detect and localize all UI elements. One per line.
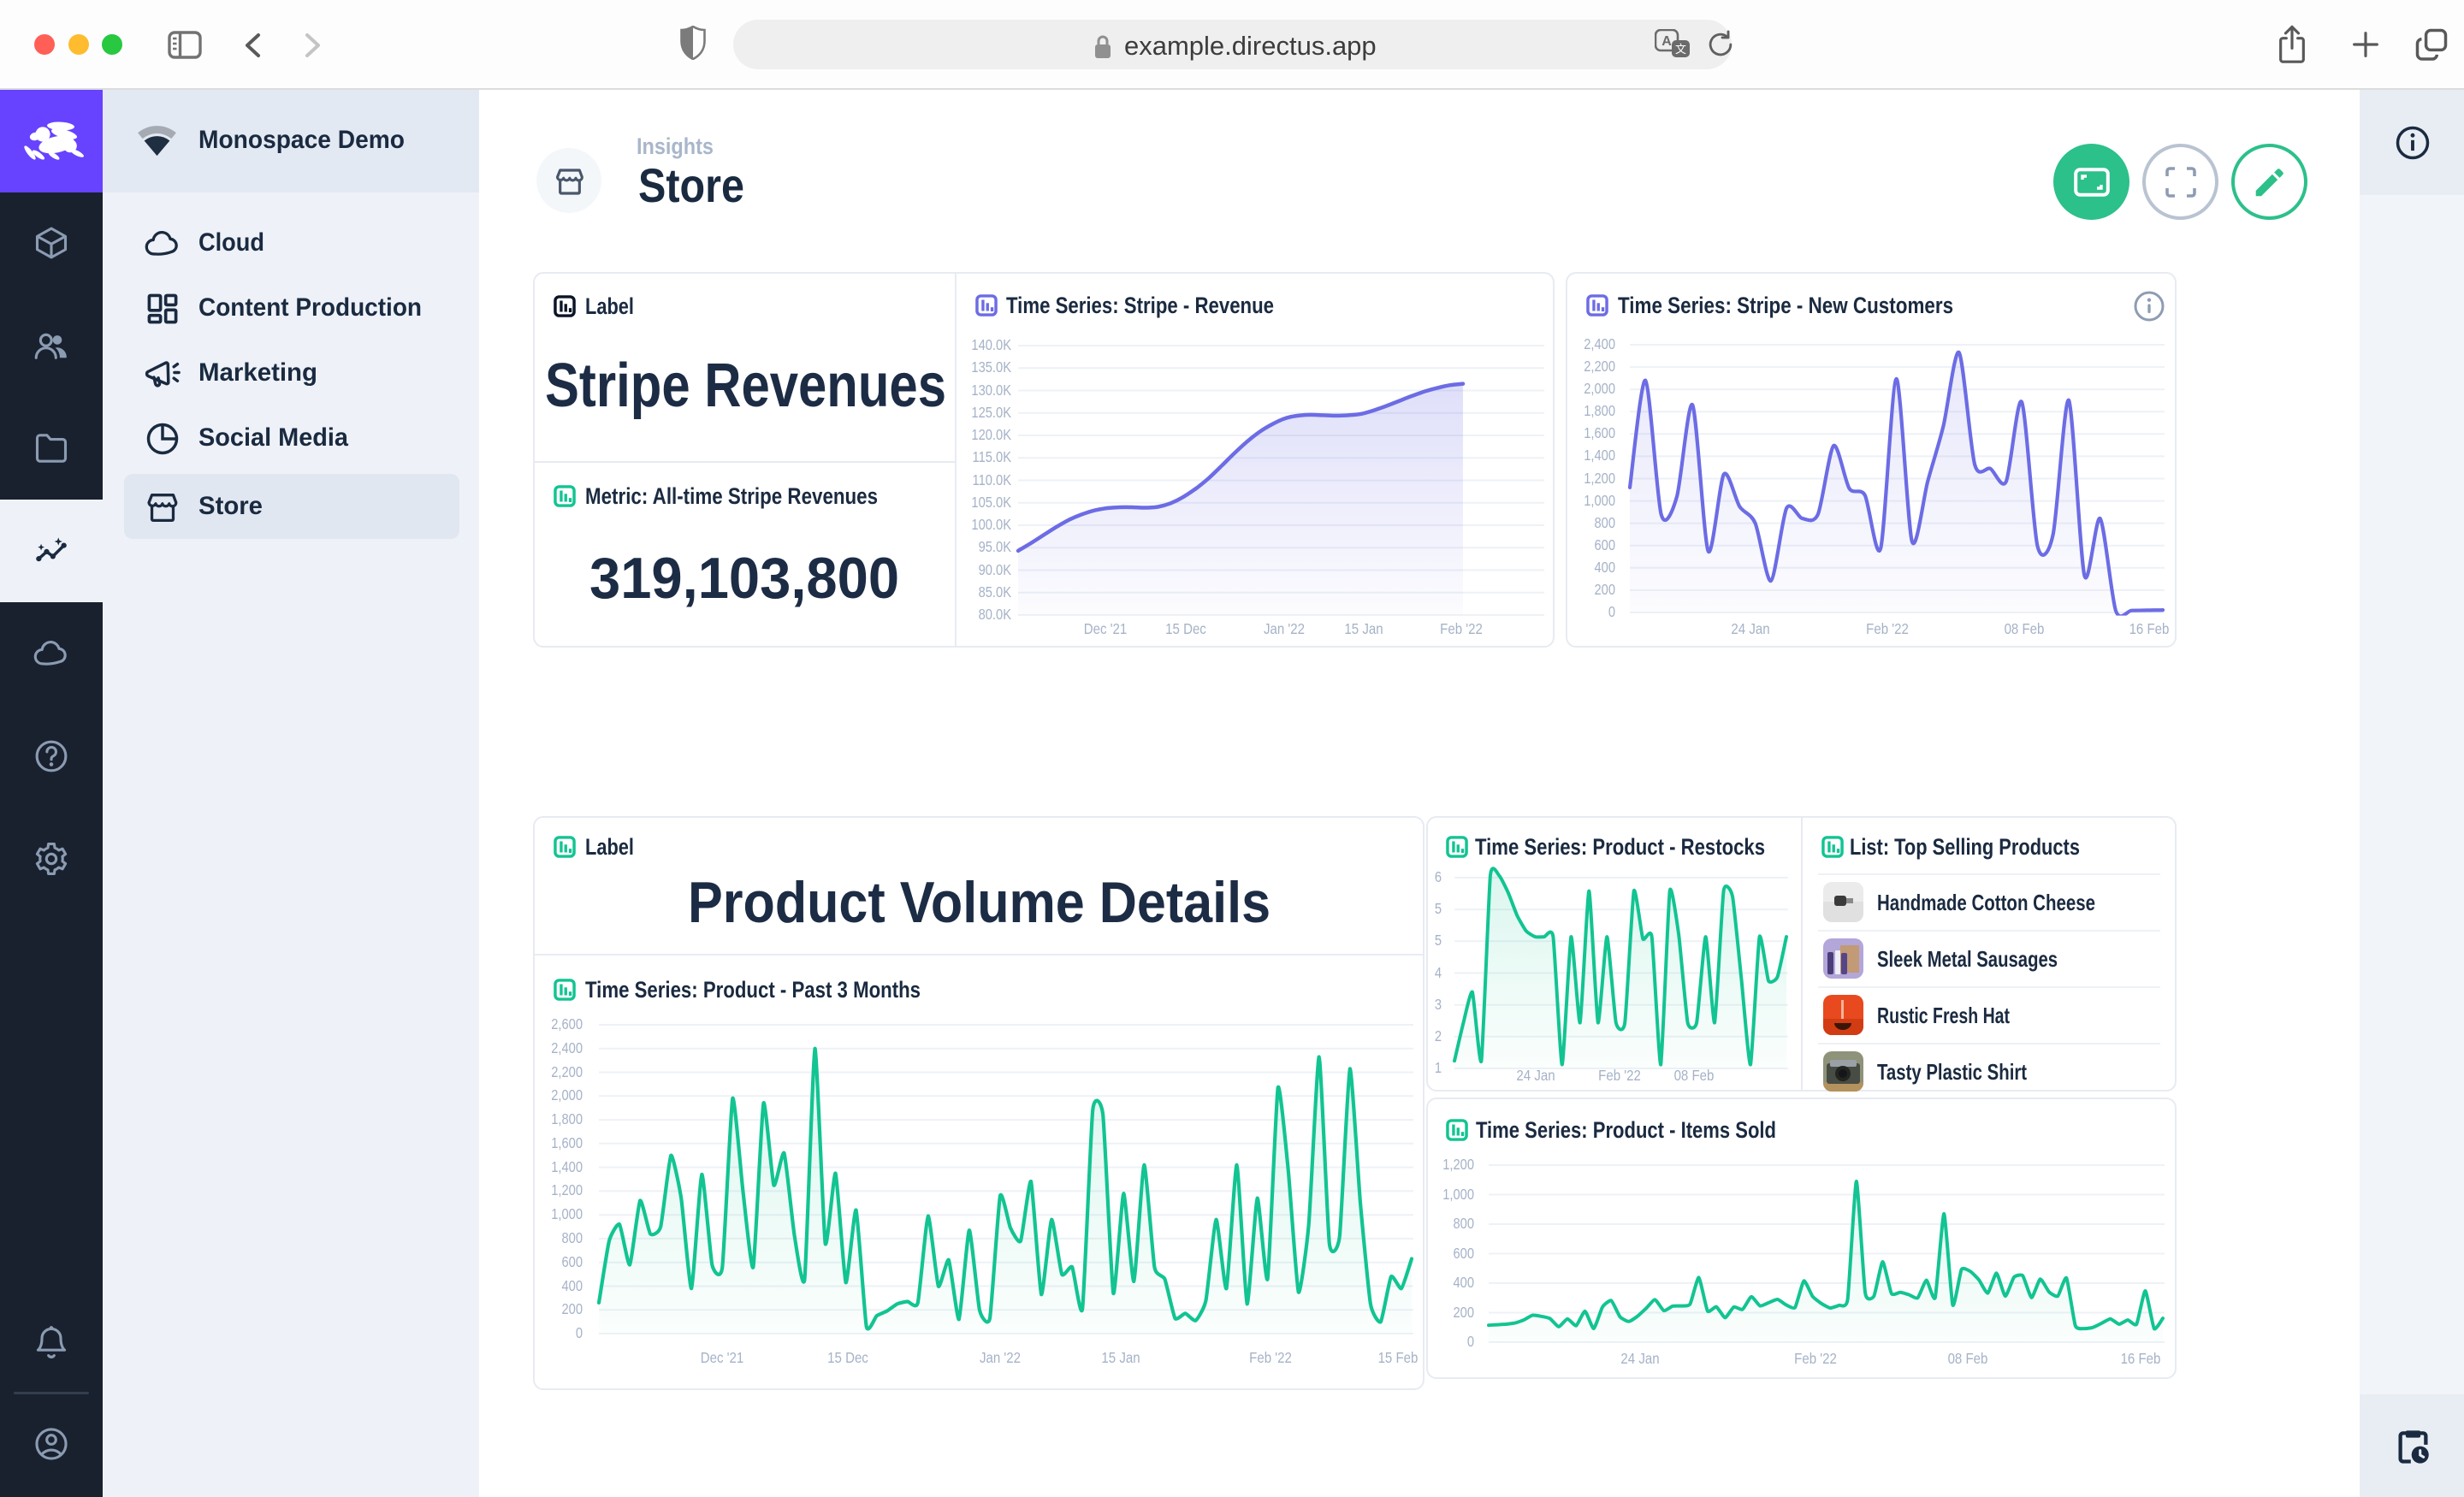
svg-text:A: A bbox=[1661, 34, 1672, 49]
svg-text:文: 文 bbox=[1675, 43, 1686, 56]
